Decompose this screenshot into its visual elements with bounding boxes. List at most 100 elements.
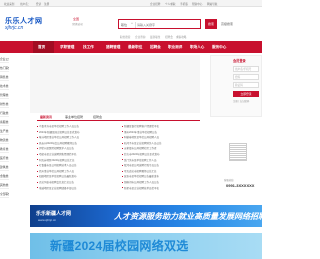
quick-link[interactable]: 招聘会	[165, 35, 173, 39]
category-menu: 企业公告 热门职位 销售类 技术类 管理类 财务类 行政类 客服类 生产类 物流…	[0, 55, 9, 200]
qr-code-icon	[229, 143, 247, 161]
list-item[interactable]: 新星市某企业招聘技术员若干名	[122, 186, 196, 192]
news-title[interactable]: 双河市某公司诚聘行政专员公告	[124, 164, 159, 167]
category-item[interactable]: 企业公告	[0, 55, 9, 63]
news-title[interactable]: 胡杨河市公开招聘工作人员公告	[124, 181, 159, 184]
category-item[interactable]: 医疗类	[0, 154, 9, 162]
search-box: 职位 ▼	[118, 19, 201, 29]
category-item[interactable]: 建筑类	[0, 163, 9, 171]
news-title[interactable]: 博州2024年事业单位招聘公告	[124, 131, 157, 134]
news-title[interactable]: 克拉玛依市招聘会信息汇总公告	[39, 181, 74, 184]
news-title[interactable]: 昌吉州2024年度公开招聘教师公告	[39, 142, 77, 145]
quick-link[interactable]: 求职攻略	[176, 35, 186, 39]
search-type-select[interactable]: 职位	[121, 23, 127, 27]
top-bar: 欢迎来到 用户名： 登录 注册 企业招聘 个人求职 手机版 帮助中心 网站导航	[0, 0, 262, 7]
topbar-jobseeker-link[interactable]: 个人求职	[165, 2, 175, 6]
topbar-register-link[interactable]: 注册	[44, 2, 49, 6]
category-item[interactable]: 教育类	[0, 145, 9, 153]
nav-item-latest-jobs[interactable]: 最新职位	[128, 45, 142, 50]
password-field[interactable]: 密码	[233, 74, 259, 80]
nav-item-job-fair[interactable]: 招聘会	[150, 45, 161, 50]
bullet-icon	[122, 165, 123, 167]
topbar-sitemap-link[interactable]: 网站导航	[207, 2, 217, 6]
category-item[interactable]: 其他类	[0, 181, 9, 189]
captcha-field[interactable]: 验证码	[233, 82, 259, 88]
news-title[interactable]: 塔城地区某企业招聘储备干部公告	[39, 187, 77, 190]
topbar-mobile-link[interactable]: 手机版	[180, 2, 188, 6]
news-title[interactable]: 乌鲁木齐市某单位招聘工作人员公告	[39, 125, 79, 128]
nav-item-jobseeker[interactable]: 求职管理	[60, 45, 74, 50]
quick-link[interactable]: 企业查询	[135, 35, 145, 39]
news-title[interactable]: 2024年新疆某国企招聘公告正式发布	[39, 131, 80, 134]
chevron-down-icon[interactable]: ▼	[131, 23, 133, 25]
news-title[interactable]: 五家渠市公开招聘社区工作者	[124, 147, 157, 150]
news-title[interactable]: 和田地区某单位招聘公告最新发布	[39, 175, 77, 178]
advanced-search-link[interactable]: 高级搜索	[221, 22, 233, 26]
bullet-icon	[122, 181, 123, 183]
tab-latest-news[interactable]: 最新资讯	[40, 115, 52, 119]
news-title[interactable]: 哈密市某企业诚聘销售经理若干名	[39, 153, 77, 156]
category-item[interactable]: 物流类	[0, 136, 9, 144]
nav-item-service[interactable]: 服务中心	[212, 45, 226, 50]
bullet-icon	[37, 137, 38, 139]
search-divider	[135, 21, 136, 28]
bullet-icon	[37, 181, 38, 183]
site-logo[interactable]: 乐乐人才网 xjhrjc.cn	[5, 16, 45, 33]
bullet-icon	[37, 170, 38, 172]
quick-link[interactable]: 职位搜索	[120, 35, 130, 39]
category-item[interactable]: 财务类	[0, 100, 9, 108]
promo-banner-campus[interactable]: 新疆2024届校园网络双选	[30, 233, 262, 259]
nav-item-home[interactable]: 首页	[38, 45, 45, 50]
news-title[interactable]: 铁门关市某单位招聘工作人员	[124, 159, 157, 162]
topbar-username-link[interactable]: 用户名：	[20, 2, 30, 6]
nav-item-headhunt[interactable]: 猎聘管理	[106, 45, 120, 50]
category-item[interactable]: 技术类	[0, 82, 9, 90]
nav-item-assessment[interactable]: 职业测评	[168, 45, 182, 50]
bullet-icon	[122, 187, 123, 189]
topbar-company-link[interactable]: 企业招聘	[150, 2, 160, 6]
username-field[interactable]: 用户名/手机号	[233, 66, 259, 72]
topbar-help-link[interactable]: 帮助中心	[192, 2, 202, 6]
news-title[interactable]: 喀什地区事业单位公开招聘工作人员	[39, 136, 79, 139]
hero-banner[interactable]	[30, 55, 200, 113]
news-title[interactable]: 伊犁州某医院招聘医护人员公告	[39, 147, 74, 150]
nav-item-workplace[interactable]: 职场人心	[190, 45, 204, 50]
topbar-login-link[interactable]: 登录	[36, 2, 41, 6]
bullet-icon	[122, 142, 123, 144]
news-title[interactable]: 新星市某企业招聘技术员若干名	[124, 187, 159, 190]
news-title[interactable]: 阿勒泰地区某单位公开招聘人员	[124, 136, 159, 139]
news-title[interactable]: 巴州事业单位公开招聘工作人员	[39, 170, 74, 173]
category-item[interactable]: 金融类	[0, 172, 9, 180]
news-title[interactable]: 石河子市某企业招聘财务人员公告	[124, 142, 162, 145]
category-item[interactable]: 生产类	[0, 127, 9, 135]
category-item[interactable]: 行政类	[0, 109, 9, 117]
quick-link[interactable]: 最新职位	[150, 35, 160, 39]
promo-banner-campus-title: 新疆2024届校园网络双选	[50, 239, 189, 253]
bullet-icon	[122, 170, 123, 172]
news-title[interactable]: 新疆某银行招聘客户经理若干名	[124, 125, 159, 128]
category-item[interactable]: 全部职位	[0, 190, 9, 198]
news-title[interactable]: 阿克苏地区2024年招聘公告汇总	[39, 159, 75, 162]
news-title[interactable]: 可克达拉市招聘教师公告汇总	[124, 170, 157, 173]
news-title[interactable]: 昆玉市某单位招聘公告最新发布	[124, 175, 159, 178]
bullet-icon	[122, 176, 123, 178]
category-item[interactable]: 客服类	[0, 118, 9, 126]
list-item[interactable]: 塔城地区某企业招聘储备干部公告	[37, 186, 111, 192]
news-title[interactable]: 吐鲁番市某公司招聘技术人员公告	[39, 164, 77, 167]
news-title[interactable]: 北屯市2024年招聘公告正式发布	[124, 153, 160, 156]
promo-banner-blue[interactable]: 乐乐新疆人才网 www.xjhrjc.cn 人才资源服务助力就业高质量发展网络招…	[30, 205, 262, 227]
login-links[interactable]: 注册 | 忘记密码	[233, 99, 249, 103]
search-input[interactable]	[137, 21, 187, 28]
news-tabs: 最新资讯 事业单位招聘 招聘会	[37, 113, 200, 121]
hotline-number: 0991-3XXXXXX	[226, 183, 255, 188]
category-item[interactable]: 管理类	[0, 91, 9, 99]
category-item[interactable]: 热门职位	[0, 64, 9, 72]
login-button[interactable]: 立即登录	[233, 91, 259, 97]
category-item[interactable]: 销售类	[0, 73, 9, 81]
tab-public-institution[interactable]: 事业单位招聘	[65, 115, 83, 119]
tab-job-fair[interactable]: 招聘会	[93, 115, 102, 119]
search-button[interactable]: 搜索	[205, 19, 217, 29]
bullet-icon	[37, 131, 38, 133]
nav-item-find-job[interactable]: 找工作	[83, 45, 94, 50]
city-switch-link[interactable]: [切换城市]	[72, 22, 83, 26]
